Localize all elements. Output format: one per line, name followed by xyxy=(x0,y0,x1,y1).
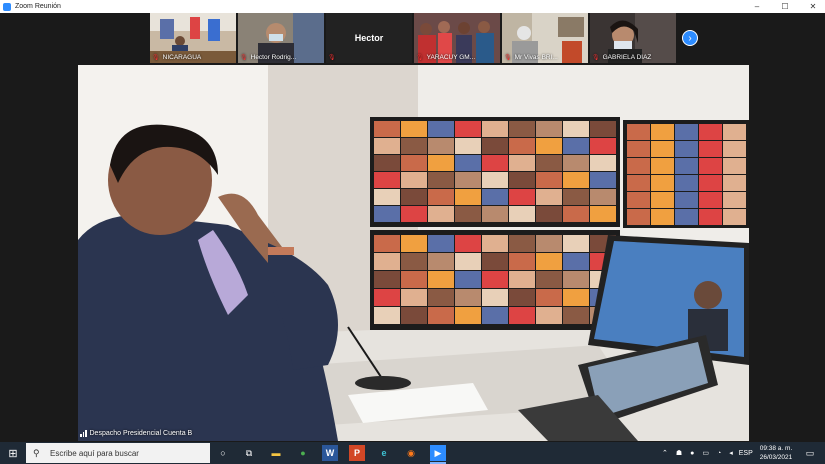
participant-tile[interactable]: 🎙 Hector Rodrig... xyxy=(238,13,324,63)
participant-name-large: Hector xyxy=(354,33,384,43)
zoom-app-icon xyxy=(3,2,11,11)
muted-mic-icon: 🎙 xyxy=(416,55,424,61)
firefox-icon[interactable]: ◉ xyxy=(403,445,419,461)
window-titlebar: Zoom Reunión – ☐ ✕ xyxy=(0,0,825,13)
active-speaker-video xyxy=(78,65,749,441)
task-view-icon[interactable]: ○ xyxy=(215,445,231,461)
participant-tile[interactable]: 🎙 GABRIELA DIAZ xyxy=(590,13,676,63)
muted-mic-icon: 🎙 xyxy=(152,55,160,61)
taskbar-search-box[interactable]: ⚲ Escribe aquí para buscar xyxy=(26,443,210,463)
chevron-up-icon[interactable]: ⌃ xyxy=(662,449,668,457)
speaker-video-frame xyxy=(78,65,749,441)
notifications-icon[interactable]: ▭ xyxy=(802,445,818,461)
timeline-icon[interactable]: ⧉ xyxy=(241,445,257,461)
file-explorer-icon[interactable]: ▬ xyxy=(268,445,284,461)
close-button[interactable]: ✕ xyxy=(801,0,825,13)
connection-signal-icon xyxy=(80,430,87,437)
people-icon[interactable]: ☗ xyxy=(676,449,682,457)
edge-icon[interactable]: e xyxy=(376,445,392,461)
window-title: Zoom Reunión xyxy=(15,3,61,10)
minimize-button[interactable]: – xyxy=(745,0,769,13)
language-indicator[interactable]: ESP xyxy=(739,450,753,457)
clock-date: 26/03/2021 xyxy=(759,454,793,461)
powerpoint-icon[interactable]: P xyxy=(349,445,365,461)
participant-name: NICARAGUA xyxy=(162,54,202,61)
muted-mic-icon: 🎙 xyxy=(504,55,512,61)
system-tray: ⌃ ☗ ● ▭ ◔ ◂ ESP xyxy=(662,442,753,464)
participant-strip: 🎙NICARAGUA 🎙Hector Rodrig... Hector 🎙 xyxy=(150,13,676,63)
word-icon[interactable]: W xyxy=(322,445,338,461)
clock-time: 09:38 a. m. xyxy=(759,445,793,452)
network-icon[interactable]: ◔ xyxy=(717,450,721,457)
participant-tile[interactable]: Hector 🎙 xyxy=(326,13,412,63)
maximize-button[interactable]: ☐ xyxy=(773,0,797,13)
participant-name: GABRIELA DIAZ xyxy=(602,54,652,61)
speaker-label: Despacho Presidencial Cuenta B xyxy=(80,430,192,437)
speaker-name: Despacho Presidencial Cuenta B xyxy=(89,430,193,437)
zoom-taskbar-icon[interactable]: ▶ xyxy=(430,445,446,464)
volume-icon[interactable]: ◂ xyxy=(729,449,733,457)
search-icon: ⚲ xyxy=(33,447,40,458)
muted-mic-icon: 🎙 xyxy=(240,55,248,61)
search-placeholder: Escribe aquí para buscar xyxy=(50,448,139,458)
windows-start-icon[interactable]: ⊞ xyxy=(0,442,26,464)
muted-mic-icon: 🎙 xyxy=(328,55,336,61)
participant-tile[interactable]: 🎙 YARACUY GM... xyxy=(414,13,500,63)
battery-icon[interactable]: ▭ xyxy=(702,449,709,457)
participant-tile[interactable]: 🎙 Mr Vivas BRI... xyxy=(502,13,588,63)
chrome-icon[interactable]: ● xyxy=(295,445,311,461)
zoom-meeting-area: 🎙NICARAGUA 🎙Hector Rodrig... Hector 🎙 xyxy=(0,13,825,442)
microphone-icon[interactable]: ● xyxy=(690,450,694,457)
participant-name: Hector Rodrig... xyxy=(250,54,297,61)
participant-name: YARACUY GM... xyxy=(426,54,476,61)
taskbar-clock[interactable]: 09:38 a. m. 26/03/2021 xyxy=(756,444,796,462)
participant-tile[interactable]: 🎙 NICARAGUA xyxy=(150,13,236,63)
participant-name: Mr Vivas BRI... xyxy=(514,54,558,61)
windows-taskbar: ⊞ ⚲ Escribe aquí para buscar ○ ⧉ ▬ ● W P… xyxy=(0,442,825,464)
next-page-arrow-icon[interactable]: › xyxy=(682,30,698,46)
muted-mic-icon: 🎙 xyxy=(592,55,600,61)
